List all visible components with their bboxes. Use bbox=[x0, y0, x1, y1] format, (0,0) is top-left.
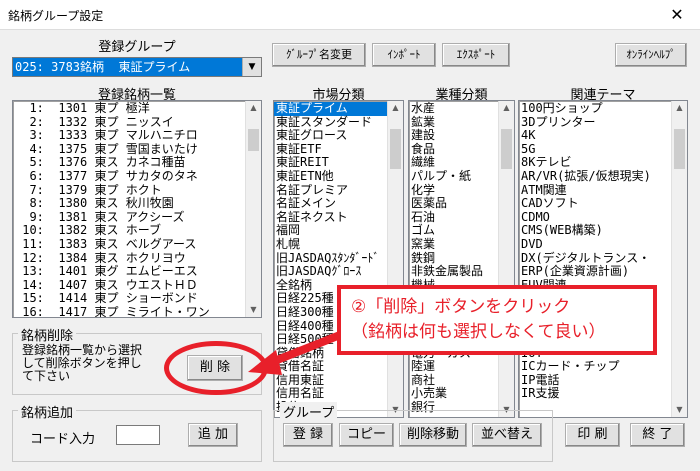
scroll-down-icon[interactable]: ▼ bbox=[672, 403, 687, 417]
list-item[interactable]: 東証グロース bbox=[274, 129, 403, 143]
list-item[interactable]: 貸借名証 bbox=[274, 360, 403, 374]
list-item[interactable]: 14: 1407 東ス ウエストＨＤ bbox=[13, 278, 261, 293]
list-item[interactable]: 2: 1332 東プ ニッスイ bbox=[13, 115, 261, 130]
list-item[interactable]: CMS(WEB構築) bbox=[519, 224, 687, 238]
list-item[interactable]: 東証プライム bbox=[274, 101, 403, 116]
list-item[interactable]: 3Dプリンター bbox=[519, 115, 687, 130]
list-item[interactable]: 東証スタンダード bbox=[274, 115, 403, 130]
scroll-down-icon[interactable]: ▼ bbox=[246, 303, 261, 317]
list-item[interactable]: 札幌 bbox=[274, 237, 403, 252]
list-item[interactable]: CADソフト bbox=[519, 197, 687, 211]
title-bar: 銘柄グループ設定 ✕ bbox=[0, 0, 700, 30]
market-list[interactable]: 東証プライム 東証スタンダード 東証グロース 東証ETF 東証REIT 東証ETN他 名証プ… bbox=[273, 100, 404, 418]
delete-instructions: 登録銘柄一覧から選択 して削除ボタンを押し て下さい bbox=[22, 344, 142, 383]
code-input[interactable] bbox=[116, 425, 160, 445]
register-button[interactable]: 登 録 bbox=[283, 423, 333, 447]
scroll-up-icon[interactable]: ▲ bbox=[388, 101, 403, 115]
scroll-thumb[interactable] bbox=[674, 129, 685, 169]
list-item[interactable]: IP電話 bbox=[519, 373, 687, 388]
list-item[interactable]: 旧JASDAQｸﾞﾛｰｽ bbox=[274, 265, 403, 279]
registered-group-label: 登録グループ bbox=[98, 40, 176, 55]
add-button[interactable]: 追 加 bbox=[188, 423, 238, 447]
import-button[interactable]: ｲﾝﾎﾟｰﾄ bbox=[372, 43, 436, 67]
list-item[interactable]: 東証REIT bbox=[274, 156, 403, 170]
theme-list[interactable]: 100円ショップ 3Dプリンター 4K 5G 8Kテレビ AR/VR(拡張/仮想現実) AT… bbox=[518, 100, 688, 418]
list-item[interactable]: 東証ETF bbox=[274, 142, 403, 157]
window-title: 銘柄グループ設定 bbox=[8, 9, 104, 23]
add-section-title: 銘柄追加 bbox=[18, 402, 77, 421]
export-button[interactable]: ｴｸｽﾎﾟｰﾄ bbox=[442, 43, 510, 67]
scroll-thumb[interactable] bbox=[248, 129, 259, 151]
list-item[interactable]: 10: 1382 東ス ホーブ bbox=[13, 224, 261, 238]
list-item[interactable]: IR支援 bbox=[519, 387, 687, 401]
chevron-down-icon[interactable]: ▼ bbox=[242, 58, 261, 76]
list-item[interactable]: ERP(企業資源計画) bbox=[519, 265, 687, 279]
industry-list-scrollbar[interactable]: ▲ ▼ bbox=[498, 101, 514, 417]
list-item[interactable]: 15: 1414 東プ ショーボンド bbox=[13, 292, 261, 306]
list-item[interactable]: 旧JASDAQｽﾀﾝﾀﾞｰﾄﾞ bbox=[274, 251, 403, 266]
list-item[interactable]: 1: 1301 東プ 極洋 bbox=[13, 101, 261, 116]
list-item[interactable]: 11: 1383 東ス ベルグアース bbox=[13, 237, 261, 252]
list-item[interactable]: 名証メイン bbox=[274, 197, 403, 211]
industry-list[interactable]: 水産鉱業建設食品繊維パルプ・紙化学医薬品石油ゴム窯業鉄鋼非鉄金属製品機械電気機器… bbox=[408, 100, 515, 418]
list-item[interactable]: 4: 1375 東プ 雪国まいたけ bbox=[13, 142, 261, 157]
highlight-ring bbox=[164, 341, 268, 395]
list-item[interactable]: ATM関連 bbox=[519, 183, 687, 198]
group-section-title: グループ bbox=[280, 402, 338, 421]
scroll-up-icon[interactable]: ▲ bbox=[499, 101, 514, 115]
stock-list[interactable]: 1: 1301 東プ 極洋 2: 1332 東プ ニッスイ 3: 1333 東プ… bbox=[12, 100, 262, 318]
list-item[interactable]: 3: 1333 東プ マルハニチロ bbox=[13, 129, 261, 143]
list-item[interactable]: 福岡 bbox=[274, 224, 403, 238]
list-item[interactable]: 8: 1380 東ス 秋川牧園 bbox=[13, 197, 261, 211]
theme-list-scrollbar[interactable]: ▲ ▼ bbox=[671, 101, 687, 417]
print-button[interactable]: 印 刷 bbox=[565, 423, 620, 447]
delete-instruction-line: て下さい bbox=[22, 369, 71, 383]
group-select[interactable]: 025: 3783銘柄 東証プライム ▼ bbox=[12, 57, 262, 77]
list-item[interactable]: 5: 1376 東ス カネコ種苗 bbox=[13, 156, 261, 170]
annotation-line-2: （銘柄は何も選択しなくて良い） bbox=[351, 322, 606, 342]
list-item[interactable]: 東証ETN他 bbox=[274, 169, 403, 184]
code-input-label: コード入力 bbox=[30, 432, 96, 447]
stock-list-scrollbar[interactable]: ▲ ▼ bbox=[245, 101, 261, 317]
online-help-button[interactable]: ｵﾝﾗｲﾝﾍﾙﾌﾟ bbox=[615, 43, 687, 67]
list-item[interactable]: 8Kテレビ bbox=[519, 156, 687, 170]
copy-button[interactable]: コピー bbox=[339, 423, 394, 447]
list-item[interactable]: 16: 1417 東プ ミライト・ワン bbox=[13, 305, 261, 317]
delete-move-button[interactable]: 削除移動 bbox=[399, 423, 467, 447]
scroll-up-icon[interactable]: ▲ bbox=[672, 101, 687, 115]
annotation-callout: ②「削除」ボタンをクリック （銘柄は何も選択しなくて良い） bbox=[337, 285, 657, 355]
list-item[interactable]: 7: 1379 東プ ホクト bbox=[13, 183, 261, 198]
list-item[interactable]: 13: 1401 東グ エムビーエス bbox=[13, 265, 261, 279]
list-item[interactable]: 5G bbox=[519, 142, 687, 157]
list-item[interactable]: ICカード・チップ bbox=[519, 360, 687, 374]
scroll-up-icon[interactable]: ▲ bbox=[246, 101, 261, 115]
close-button[interactable]: ✕ bbox=[654, 0, 700, 30]
scroll-thumb[interactable] bbox=[390, 129, 401, 169]
scroll-thumb[interactable] bbox=[501, 129, 512, 169]
rename-group-button[interactable]: ｸﾞﾙｰﾌﾟ名変更 bbox=[272, 43, 366, 67]
list-item[interactable]: AR/VR(拡張/仮想現実) bbox=[519, 169, 687, 184]
list-item[interactable]: 100円ショップ bbox=[519, 101, 687, 116]
list-item[interactable]: 12: 1384 東ス ホクリヨウ bbox=[13, 251, 261, 266]
list-item[interactable]: DVD bbox=[519, 237, 687, 252]
market-list-scrollbar[interactable]: ▲ ▼ bbox=[387, 101, 403, 417]
delete-section-title: 銘柄削除 bbox=[18, 325, 77, 344]
sort-button[interactable]: 並べ替え bbox=[472, 423, 542, 447]
group-select-value: 025: 3783銘柄 東証プライム bbox=[13, 58, 243, 76]
list-item[interactable]: 4K bbox=[519, 129, 687, 143]
exit-button[interactable]: 終 了 bbox=[630, 423, 685, 447]
list-item[interactable]: 6: 1377 東プ サカタのタネ bbox=[13, 169, 261, 184]
annotation-line-1: ②「削除」ボタンをクリック bbox=[351, 297, 571, 317]
